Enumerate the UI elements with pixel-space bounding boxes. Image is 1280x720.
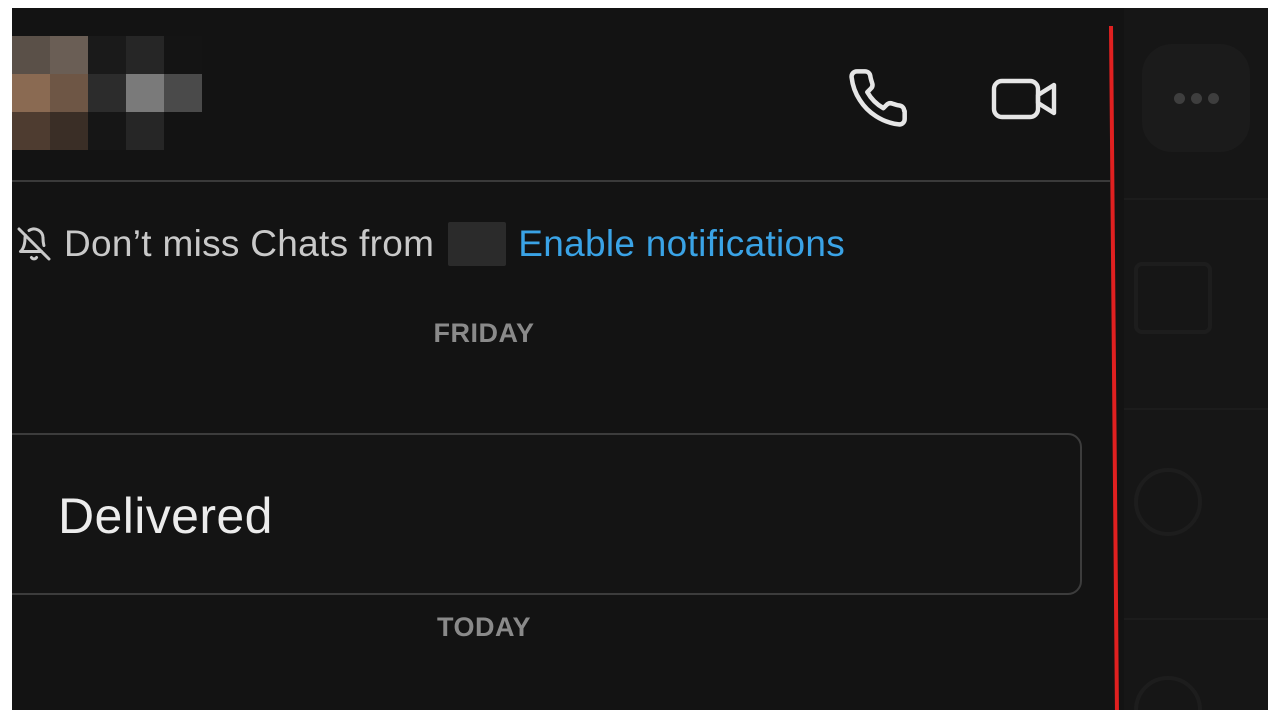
blurred-panel-icon (1134, 262, 1212, 334)
panel-divider (1124, 408, 1268, 410)
blurred-panel-icon (1134, 676, 1202, 710)
notification-message: Don’t miss Chats from (64, 223, 435, 264)
more-options-button[interactable] (1142, 44, 1250, 152)
blurred-panel-icon (1134, 468, 1202, 536)
bell-slash-icon (16, 220, 56, 268)
voice-call-button[interactable] (842, 62, 914, 134)
notification-banner: Don’t miss Chats from Enable notificatio… (12, 220, 1102, 268)
enable-notifications-link[interactable]: Enable notifications (518, 223, 845, 265)
redacted-contact-name (448, 222, 507, 266)
video-call-button[interactable] (986, 64, 1066, 134)
message-status: Delivered (58, 488, 273, 544)
chat-window: Don’t miss Chats from Enable notificatio… (12, 8, 1268, 710)
day-separator-today: TODAY (436, 612, 532, 642)
phone-icon (849, 69, 907, 127)
day-separator-friday: FRIDAY (433, 318, 535, 348)
message-status-card[interactable]: Delivered (12, 433, 1082, 595)
more-icon (1171, 89, 1222, 108)
chat-header (12, 8, 1110, 182)
side-panel (1124, 8, 1268, 710)
video-camera-icon (991, 78, 1057, 120)
panel-divider (1124, 198, 1268, 200)
panel-divider (1124, 618, 1268, 620)
contact-avatar[interactable] (12, 36, 208, 154)
